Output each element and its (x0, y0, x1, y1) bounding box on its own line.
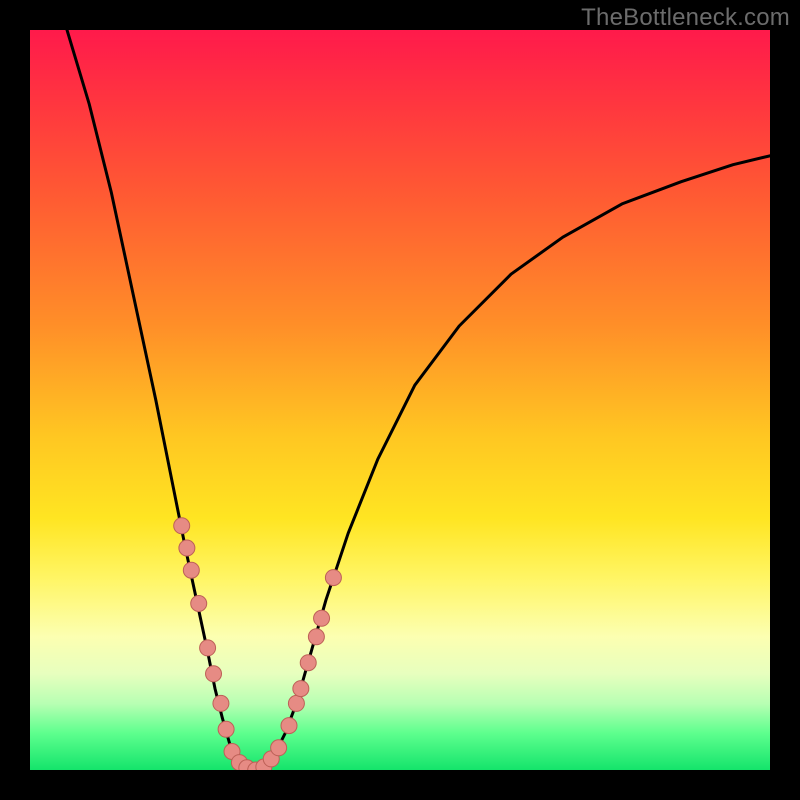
data-marker (271, 740, 287, 756)
data-marker (314, 610, 330, 626)
data-marker (308, 629, 324, 645)
watermark-text: TheBottleneck.com (581, 4, 790, 32)
data-markers (174, 518, 342, 770)
chart-frame: TheBottleneck.com (0, 0, 800, 800)
data-marker (200, 640, 216, 656)
data-marker (288, 695, 304, 711)
data-marker (174, 518, 190, 534)
data-marker (213, 695, 229, 711)
data-marker (300, 655, 316, 671)
data-marker (281, 718, 297, 734)
data-marker (179, 540, 195, 556)
data-marker (191, 596, 207, 612)
data-marker (183, 562, 199, 578)
data-marker (218, 721, 234, 737)
chart-overlay (30, 30, 770, 770)
data-marker (325, 570, 341, 586)
data-marker (293, 681, 309, 697)
bottleneck-curve (67, 30, 770, 770)
data-marker (206, 666, 222, 682)
